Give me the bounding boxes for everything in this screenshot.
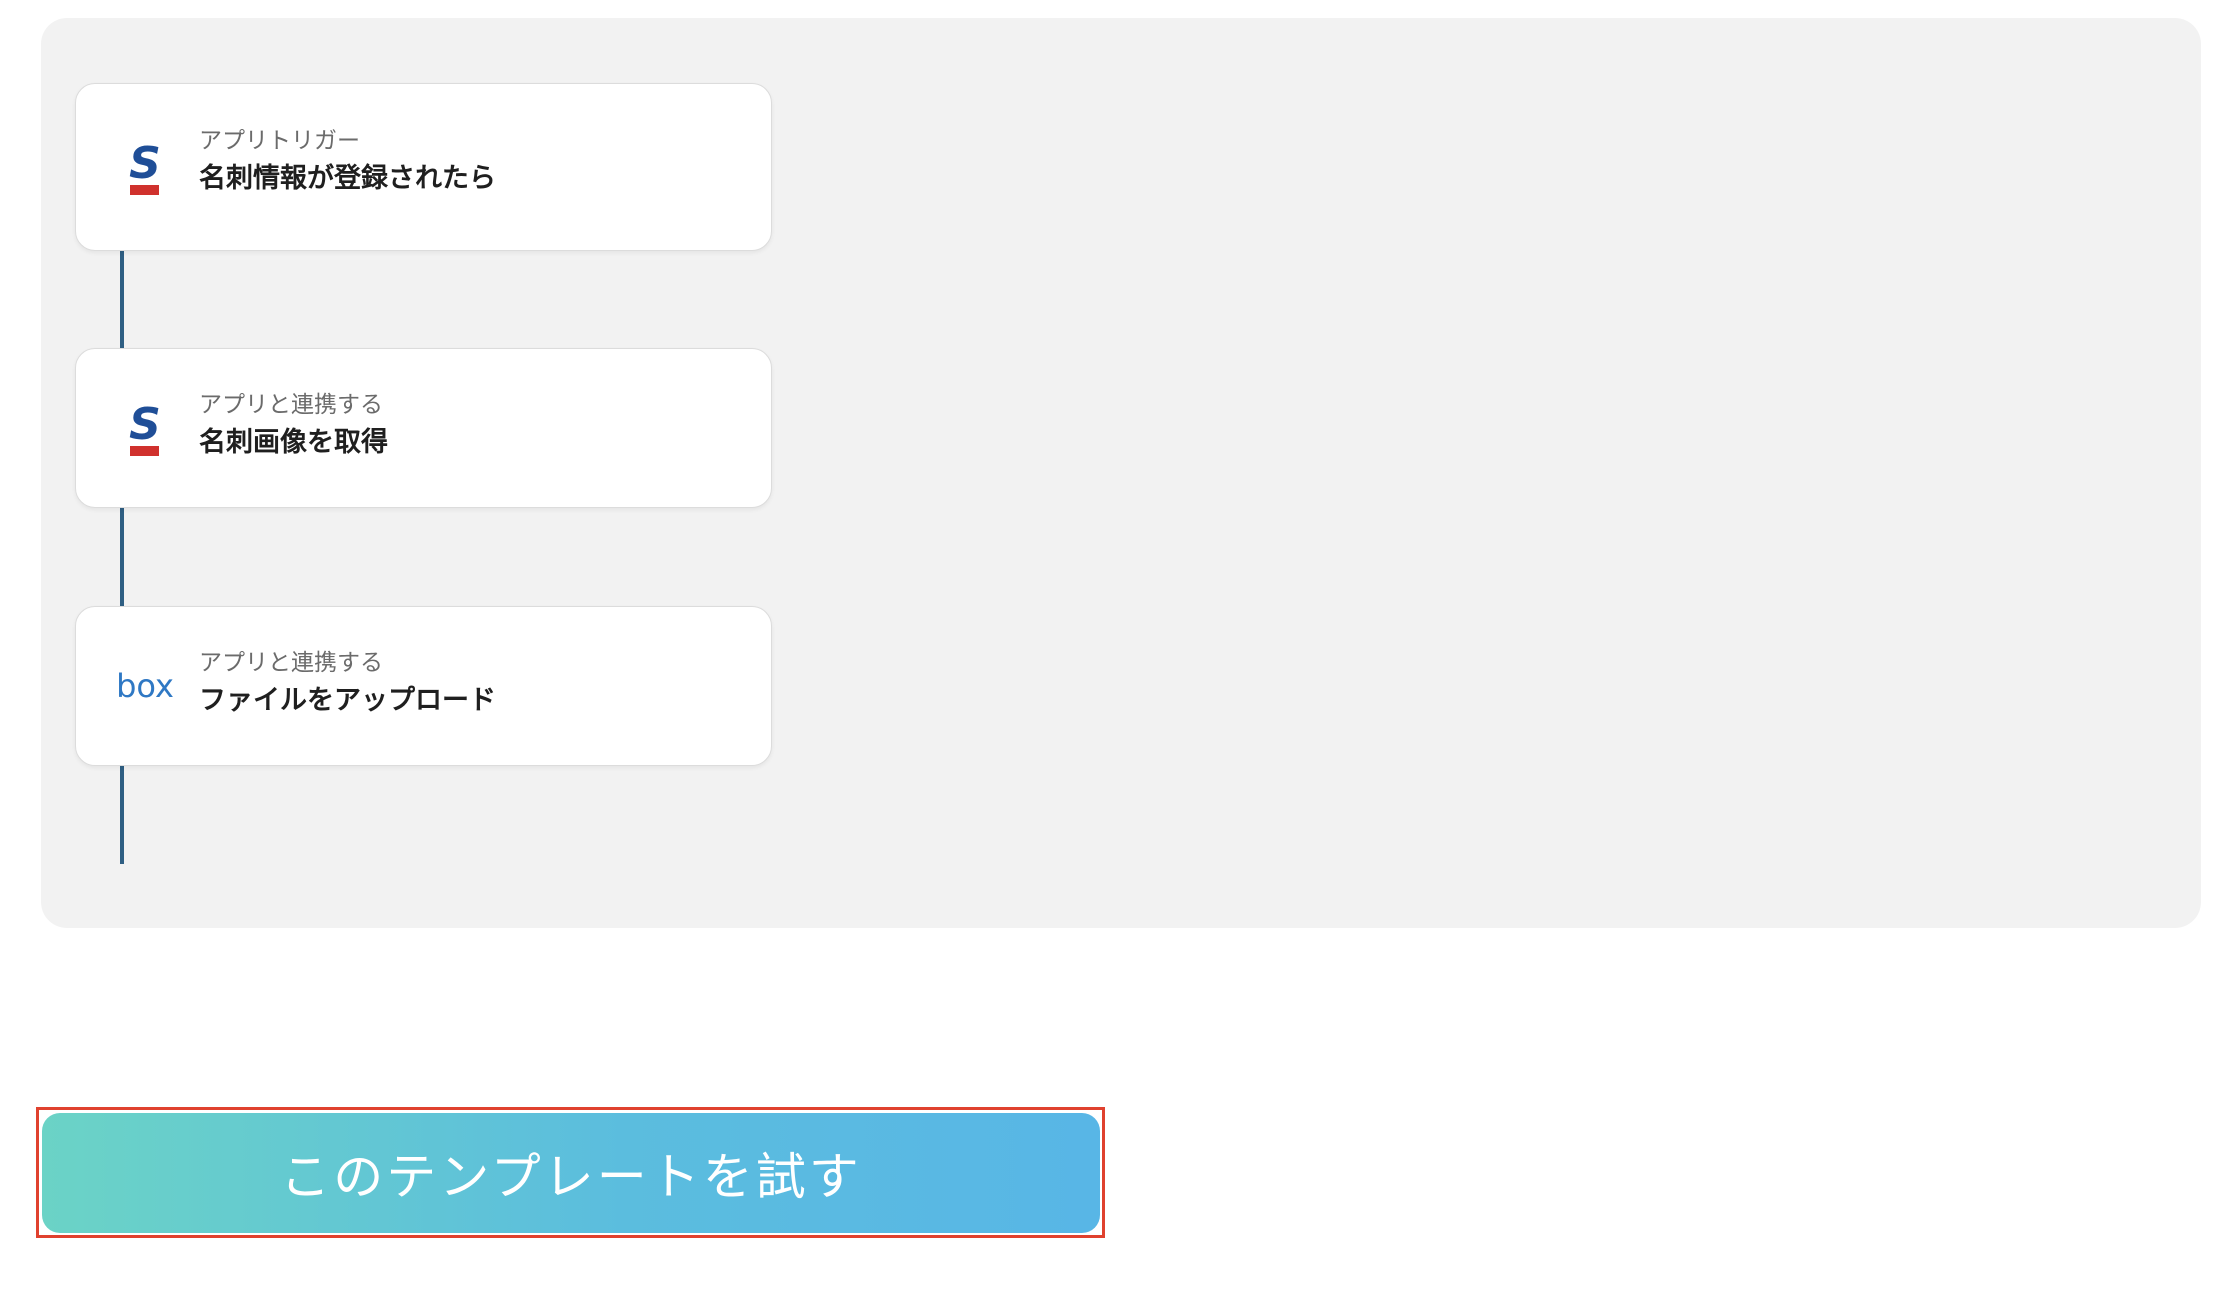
svg-text:S: S bbox=[129, 138, 161, 189]
flow-step-action[interactable]: box アプリと連携する ファイルをアップロード bbox=[75, 606, 772, 766]
flow-step-action[interactable]: S アプリと連携する 名刺画像を取得 bbox=[75, 348, 772, 508]
sansan-icon: S bbox=[110, 133, 180, 203]
svg-text:S: S bbox=[129, 399, 161, 450]
step-kind-label: アプリと連携する bbox=[199, 650, 383, 676]
box-icon: box bbox=[110, 652, 180, 722]
flow-connector bbox=[120, 250, 124, 348]
step-title: 名刺情報が登録されたら bbox=[199, 163, 496, 194]
step-kind-label: アプリトリガー bbox=[199, 128, 360, 154]
step-title: ファイルをアップロード bbox=[199, 685, 496, 716]
step-title: 名刺画像を取得 bbox=[199, 427, 388, 458]
flow-step-trigger[interactable]: S アプリトリガー 名刺情報が登録されたら bbox=[75, 83, 772, 251]
flow-connector bbox=[120, 508, 124, 606]
sansan-icon: S bbox=[110, 394, 180, 464]
step-kind-label: アプリと連携する bbox=[199, 392, 383, 418]
flow-connector bbox=[120, 766, 124, 864]
try-template-button[interactable]: このテンプレートを試す bbox=[42, 1113, 1100, 1233]
svg-text:box: box bbox=[116, 667, 174, 705]
